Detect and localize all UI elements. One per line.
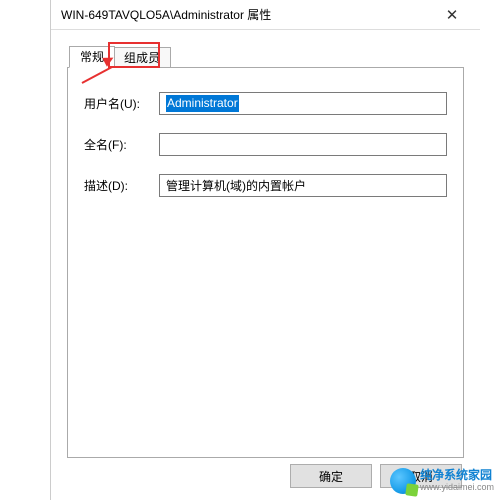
window-title: WIN-649TAVQLO5A\Administrator 属性 [61,6,271,23]
username-input[interactable]: Administrator [159,92,447,115]
ok-button-label: 确定 [319,470,343,484]
watermark: 纯净系统家园 www.yidaimei.com [390,468,494,494]
tab-baseline [67,67,464,68]
close-button[interactable]: ✕ [432,1,472,29]
row-description: 描述(D): [84,174,447,197]
description-label: 描述(D): [84,177,159,194]
username-value: Administrator [166,95,239,112]
watermark-text: 纯净系统家园 www.yidaimei.com [420,469,494,492]
fullname-input[interactable] [159,133,447,156]
watermark-url: www.yidaimei.com [420,483,494,493]
tab-general-label: 常规 [80,50,104,64]
row-username: 用户名(U): Administrator [84,92,447,115]
titlebar: WIN-649TAVQLO5A\Administrator 属性 ✕ [51,0,480,30]
tab-strip: 常规 组成员 [67,46,464,68]
dialog-content: 常规 组成员 用户名(U): Administrator 全名(F): 描述(D… [51,30,480,458]
tab-members-label: 组成员 [124,51,160,65]
watermark-logo-icon [390,468,416,494]
properties-dialog: WIN-649TAVQLO5A\Administrator 属性 ✕ 常规 组成… [50,0,480,500]
description-input[interactable] [159,174,447,197]
username-label: 用户名(U): [84,95,159,112]
close-icon: ✕ [446,6,459,24]
tab-members[interactable]: 组成员 [113,47,171,68]
row-fullname: 全名(F): [84,133,447,156]
watermark-title: 纯净系统家园 [420,469,494,482]
fullname-label: 全名(F): [84,136,159,153]
tab-panel-general: 用户名(U): Administrator 全名(F): 描述(D): [67,68,464,458]
ok-button[interactable]: 确定 [290,464,372,488]
